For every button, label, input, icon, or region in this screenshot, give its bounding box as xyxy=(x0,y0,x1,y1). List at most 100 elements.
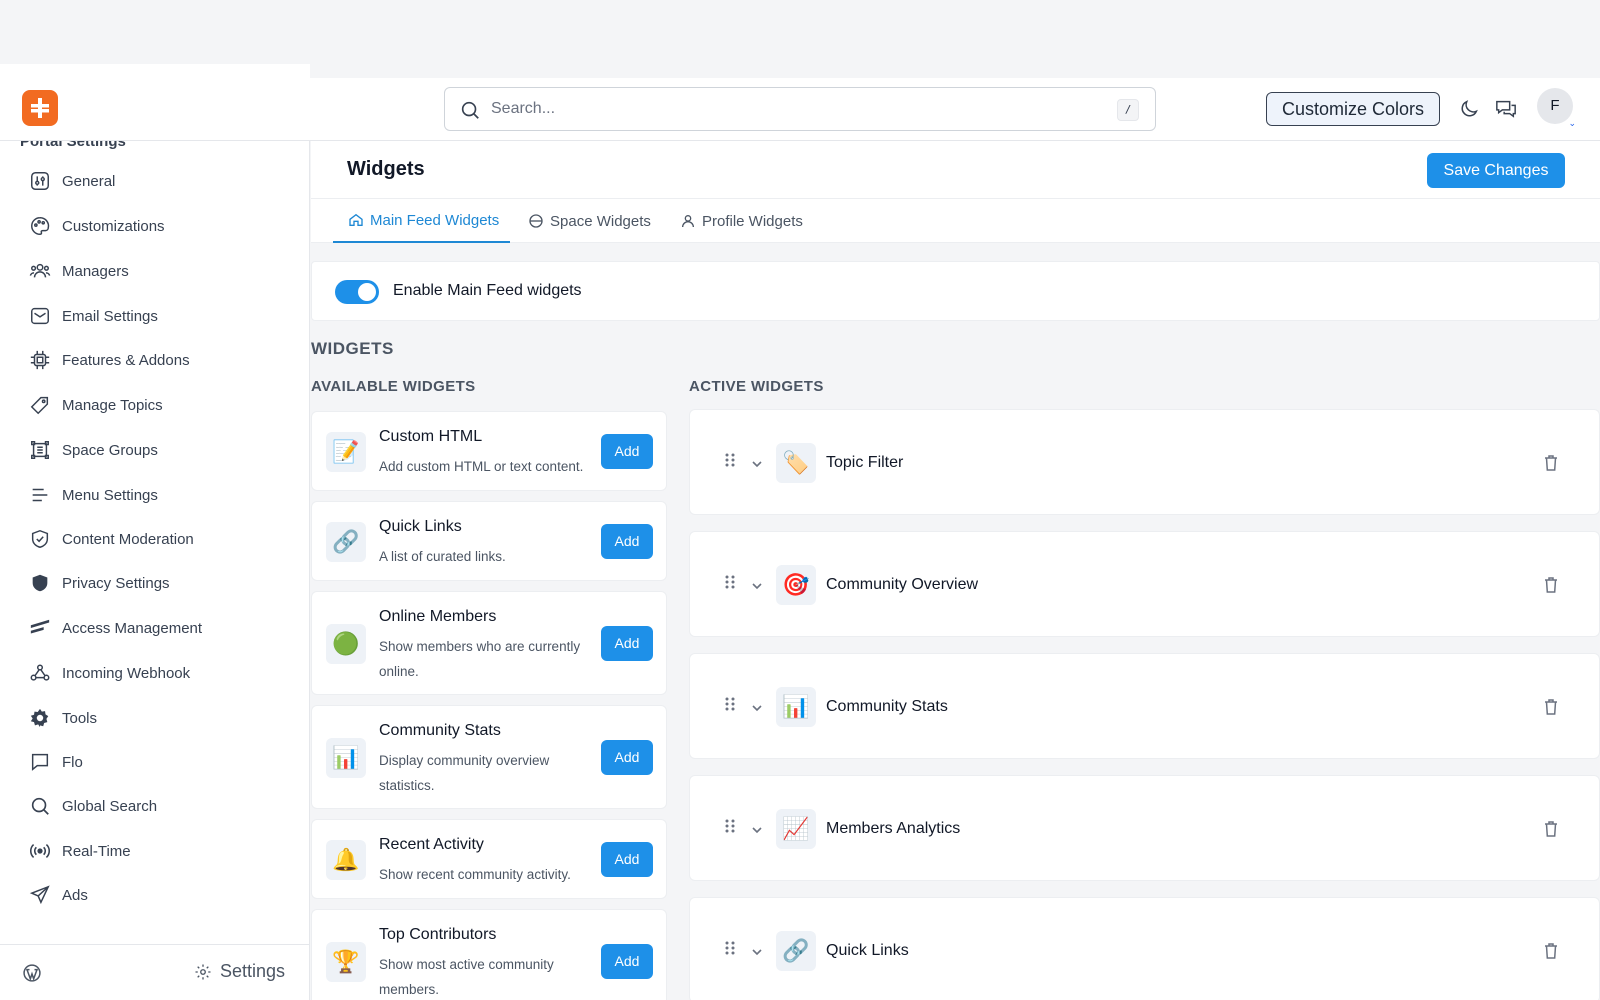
link-icon: 🔗 xyxy=(326,522,366,562)
settings-sidebar: Portal Settings General Customizations M… xyxy=(0,141,310,1000)
widget-description: A list of curated links. xyxy=(379,549,506,564)
footer-settings-label: Settings xyxy=(220,961,286,981)
chat-bubbles-icon[interactable] xyxy=(1493,96,1519,122)
chevron-down-icon[interactable] xyxy=(751,456,763,474)
drag-handle-icon[interactable] xyxy=(724,452,736,473)
add-widget-button[interactable]: Add xyxy=(601,944,653,979)
bell-icon: 🔔 xyxy=(326,840,366,880)
widget-description: Show most active community members. xyxy=(379,957,554,997)
drag-handle-icon[interactable] xyxy=(724,940,736,961)
custom-html-icon: 📝 xyxy=(326,432,366,472)
drag-handle-icon[interactable] xyxy=(724,818,736,839)
widgets-section-title: WIDGETS xyxy=(311,339,394,358)
app-logo-icon[interactable] xyxy=(22,90,58,126)
save-changes-button[interactable]: Save Changes xyxy=(1427,153,1565,188)
sidebar-footer: Settings xyxy=(0,944,309,1000)
search-icon xyxy=(459,99,481,126)
webhook-icon xyxy=(28,661,52,685)
sidebar-item-content-moderation[interactable]: Content Moderation xyxy=(28,522,298,556)
search-input[interactable]: Search... / xyxy=(444,87,1156,131)
sidebar-item-label: Ads xyxy=(62,886,88,904)
add-widget-button[interactable]: Add xyxy=(601,842,653,877)
send-icon xyxy=(28,883,52,907)
widget-title: Custom HTML xyxy=(379,428,483,445)
sidebar-item-flo[interactable]: Flo xyxy=(28,745,298,779)
available-widget-card: 📝 Custom HTML Add custom HTML or text co… xyxy=(311,411,667,491)
trend-chart-icon: 📈 xyxy=(776,809,816,849)
sidebar-item-incoming-webhook[interactable]: Incoming Webhook xyxy=(28,656,298,690)
home-icon xyxy=(349,213,363,226)
target-icon: 🎯 xyxy=(776,565,816,605)
sidebar-item-label: Privacy Settings xyxy=(62,574,170,592)
add-widget-button[interactable]: Add xyxy=(601,434,653,469)
sidebar-item-menu-settings[interactable]: Menu Settings xyxy=(28,478,298,512)
sidebar-item-ads[interactable]: Ads xyxy=(28,878,298,912)
top-strip xyxy=(0,0,1600,64)
tab-label: Main Feed Widgets xyxy=(370,211,500,229)
gear-icon xyxy=(195,964,211,979)
trash-icon[interactable] xyxy=(1543,454,1559,477)
wordpress-icon[interactable] xyxy=(22,963,42,988)
user-icon xyxy=(682,215,694,228)
drag-handle-icon[interactable] xyxy=(724,574,736,595)
page-header: Widgets Save Changes xyxy=(311,141,1600,199)
trash-icon[interactable] xyxy=(1543,942,1559,965)
drag-handle-icon[interactable] xyxy=(724,696,736,717)
enable-main-feed-toggle[interactable] xyxy=(335,280,379,304)
sidebar-item-label: Email Settings xyxy=(62,307,158,325)
sidebar-item-privacy-settings[interactable]: Privacy Settings xyxy=(28,566,298,600)
customize-colors-button[interactable]: Customize Colors xyxy=(1266,92,1440,126)
sidebar-item-access-management[interactable]: Access Management xyxy=(28,611,298,645)
active-widget-card: 📈 Members Analytics xyxy=(689,775,1600,881)
chip-icon xyxy=(28,348,52,372)
user-avatar[interactable]: F ⌄ xyxy=(1537,88,1576,128)
sidebar-item-label: Space Groups xyxy=(62,441,158,459)
trash-icon[interactable] xyxy=(1543,820,1559,843)
sidebar-item-label: Real-Time xyxy=(62,842,131,860)
trash-icon[interactable] xyxy=(1543,698,1559,721)
widget-title: Community Overview xyxy=(826,576,979,593)
add-widget-button[interactable]: Add xyxy=(601,740,653,775)
add-widget-button[interactable]: Add xyxy=(601,626,653,661)
footer-settings-button[interactable]: Settings xyxy=(194,961,285,982)
tab-label: Profile Widgets xyxy=(702,212,803,230)
users-icon xyxy=(28,259,52,283)
access-icon xyxy=(28,616,52,640)
search-icon xyxy=(28,794,52,818)
sidebar-item-label: Features & Addons xyxy=(62,351,190,369)
sidebar-top-cap xyxy=(0,64,310,78)
enable-main-feed-label: Enable Main Feed widgets xyxy=(393,282,582,299)
tab-profile-widgets[interactable]: Profile Widgets xyxy=(680,199,803,243)
toggle-knob xyxy=(358,283,376,301)
sidebar-item-space-groups[interactable]: Space Groups xyxy=(28,433,298,467)
sidebar-item-real-time[interactable]: Real-Time xyxy=(28,834,298,868)
sidebar-item-label: General xyxy=(62,172,116,190)
chevron-down-icon[interactable] xyxy=(751,944,763,962)
bar-chart-icon: 📊 xyxy=(776,687,816,727)
sidebar-item-features-addons[interactable]: Features & Addons xyxy=(28,343,298,377)
space-icon xyxy=(529,214,543,228)
available-widget-card: 🔔 Recent Activity Show recent community … xyxy=(311,819,667,899)
tab-space-widgets[interactable]: Space Widgets xyxy=(528,199,651,243)
widget-title: Quick Links xyxy=(379,518,462,535)
trash-icon[interactable] xyxy=(1543,576,1559,599)
sidebar-item-managers[interactable]: Managers xyxy=(28,254,298,288)
avatar-chevron-icon: ⌄ xyxy=(1568,118,1576,128)
sidebar-item-tools[interactable]: Tools xyxy=(28,701,298,735)
chevron-down-icon[interactable] xyxy=(751,578,763,596)
chevron-down-icon[interactable] xyxy=(751,700,763,718)
search-shortcut-key: / xyxy=(1117,99,1139,121)
available-widget-card: 🔗 Quick Links A list of curated links. A… xyxy=(311,501,667,581)
add-widget-button[interactable]: Add xyxy=(601,524,653,559)
tab-main-feed-widgets[interactable]: Main Feed Widgets xyxy=(333,199,510,243)
sidebar-item-customizations[interactable]: Customizations xyxy=(28,209,298,243)
sidebar-item-email-settings[interactable]: Email Settings xyxy=(28,299,298,333)
moon-icon[interactable] xyxy=(1456,96,1482,122)
sidebar-item-general[interactable]: General xyxy=(28,164,298,198)
widget-title: Quick Links xyxy=(826,942,909,959)
online-dot-icon: 🟢 xyxy=(326,624,366,664)
chevron-down-icon[interactable] xyxy=(751,822,763,840)
widget-title: Top Contributors xyxy=(379,926,497,943)
sidebar-item-manage-topics[interactable]: Manage Topics xyxy=(28,388,298,422)
sidebar-item-global-search[interactable]: Global Search xyxy=(28,789,298,823)
